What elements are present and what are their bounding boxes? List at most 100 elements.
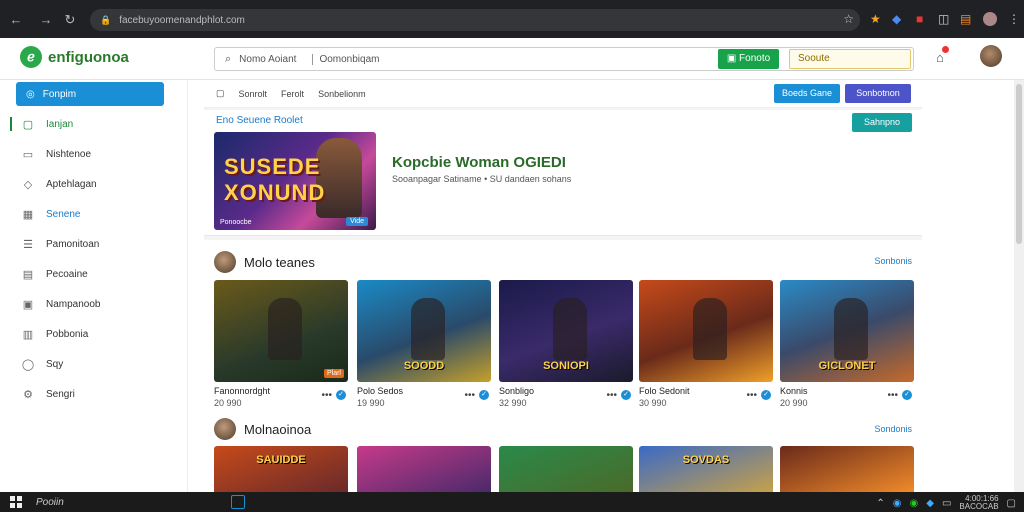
toolbar-button-primary[interactable]: Boeds Gane xyxy=(774,84,840,103)
search-hint: Oomonbiqam xyxy=(312,53,379,65)
home-icon: ◎ xyxy=(26,88,35,100)
sidebar-item[interactable]: ⚙ Sengri xyxy=(20,384,75,404)
more-icon[interactable]: ••• xyxy=(606,390,617,401)
toolbar-item[interactable]: Sonbelionm xyxy=(318,89,366,99)
search-input[interactable]: Nomo Aoiant xyxy=(239,54,296,65)
sidebar-item-active[interactable]: ◎ Fonpim xyxy=(16,82,164,106)
character-figure xyxy=(267,298,302,361)
sidebar-item[interactable]: ◯ Sqy xyxy=(20,354,63,374)
user-avatar[interactable] xyxy=(980,45,1002,67)
see-all-link[interactable]: Sondonis xyxy=(874,424,912,434)
sidebar-item[interactable]: ▥ Pobbonia xyxy=(20,324,88,344)
secondary-field[interactable]: Sooute xyxy=(789,49,911,69)
sidebar-item[interactable]: ▭ Nishtenoe xyxy=(20,144,91,164)
game-meta: 20 990 xyxy=(780,398,808,408)
search-bar[interactable]: ⌕ Nomo Aoiant Oomonbiqam ▣ Fonoto Sooute xyxy=(214,47,914,71)
game-card[interactable]: SAUIDDE xyxy=(214,446,348,492)
extension-icon[interactable]: ▤ xyxy=(960,12,971,26)
featured-image-title: SUSEDE XONUND xyxy=(224,154,326,205)
list-icon: ☰ xyxy=(23,238,33,251)
extension-icon[interactable]: ◆ xyxy=(892,12,901,26)
extension-icon[interactable]: ★ xyxy=(870,12,881,26)
toolbar-item[interactable]: Ferolt xyxy=(281,89,304,99)
more-icon[interactable]: ••• xyxy=(464,390,475,401)
game-thumbnail xyxy=(639,280,773,382)
sidebar-item[interactable]: ☰ Pamonitoan xyxy=(20,234,99,254)
verified-icon: ✓ xyxy=(902,390,912,400)
address-bar[interactable]: 🔒 facebuyoomenandphlot.com ☆ xyxy=(90,9,860,31)
game-card[interactable]: SOVDAS xyxy=(639,446,773,492)
sidebar-item[interactable]: ▤ Pecoaine xyxy=(20,264,88,284)
monitor-icon[interactable]: ▭ xyxy=(942,498,951,509)
arrow-left-icon[interactable]: ← xyxy=(4,12,28,27)
game-card[interactable]: GICLONET Konnis 20 990 ••• ✓ xyxy=(780,280,914,408)
more-icon[interactable]: ••• xyxy=(321,390,332,401)
taskbar-clock[interactable]: 4:00:1:66 BACOCAB xyxy=(959,495,998,511)
game-meta: 32 990 xyxy=(499,398,527,408)
sidebar-item[interactable]: ▢ Ianjan xyxy=(20,114,73,134)
search-button-label: Fonoto xyxy=(739,53,771,64)
reload-icon[interactable]: ↻ xyxy=(58,12,82,28)
featured-panel: Eno Seuene Roolet Sahnpno SUSEDE XONUND … xyxy=(204,110,922,236)
featured-image[interactable]: SUSEDE XONUND Ponoocbe Vide xyxy=(214,132,376,230)
profile-icon[interactable] xyxy=(983,12,997,26)
more-icon[interactable]: ••• xyxy=(746,390,757,401)
book-icon: ▭ xyxy=(22,148,34,161)
more-icon[interactable]: ••• xyxy=(887,390,898,401)
game-image-label: GICLONET xyxy=(818,360,876,372)
circle-icon: ◯ xyxy=(21,358,35,371)
search-icon: ⌕ xyxy=(225,52,232,65)
extension-icon[interactable]: ■ xyxy=(916,12,923,26)
game-image-label: SOVDAS xyxy=(682,454,730,466)
sidebar-item-label: Pecoaine xyxy=(46,268,88,280)
notification-bell-icon[interactable]: ⌂ xyxy=(936,46,949,65)
search-button[interactable]: ▣ Fonoto xyxy=(718,49,779,69)
menu-dots-icon[interactable]: ⋮ xyxy=(1008,12,1020,26)
featured-subtitle: Sooanpagar Satiname • SU dandaen sohans xyxy=(392,174,572,184)
taskbar-app-icon[interactable] xyxy=(231,495,245,509)
os-taskbar: Pooiin ⌃ ◉ ◉ ◆ ▭ 4:00:1:66 BACOCAB ▢ xyxy=(0,492,1024,512)
toolbar-item[interactable]: Sonrolt xyxy=(239,89,268,99)
character-figure xyxy=(833,298,868,361)
filter-icon[interactable]: ▢ xyxy=(216,88,225,99)
game-thumbnail: Plarl xyxy=(214,280,348,382)
see-all-link[interactable]: Sonbonis xyxy=(874,256,912,266)
game-image-label: SOODD xyxy=(403,360,445,372)
sidebar-item-label: Nishtenoe xyxy=(46,148,92,160)
sidebar-item[interactable]: ▦ Senene xyxy=(20,204,81,224)
network-icon[interactable]: ◉ xyxy=(893,498,902,509)
game-card[interactable] xyxy=(780,446,914,492)
bookmark-star-icon[interactable]: ☆ xyxy=(843,12,854,26)
notification-dot xyxy=(941,46,949,53)
game-card[interactable]: SOODD Polo Sedos 19 990 ••• ✓ xyxy=(357,280,491,408)
app-tray-icon[interactable]: ◉ xyxy=(910,498,919,509)
scrollbar[interactable] xyxy=(1014,80,1024,492)
game-card[interactable] xyxy=(357,446,491,492)
featured-title[interactable]: Kopcbie Woman OGIEDI xyxy=(392,154,566,171)
logo[interactable]: ℯ enfiguonoa xyxy=(20,46,129,68)
verified-icon: ✓ xyxy=(761,390,771,400)
scrollbar-thumb[interactable] xyxy=(1016,84,1022,244)
sidebar-item[interactable]: ▣ Nampanoob xyxy=(20,294,101,314)
game-card[interactable] xyxy=(499,446,633,492)
main-content: ▢ Sonrolt Ferolt Sonbelionm Boeds Gane S… xyxy=(204,80,922,492)
sidebar-item[interactable]: ◇ Aptehlagan xyxy=(20,174,97,194)
box-icon: ▣ xyxy=(22,298,34,311)
game-title: Fanonnordght xyxy=(214,386,271,396)
game-thumbnail xyxy=(780,446,914,492)
extension-icon[interactable]: ◫ xyxy=(938,12,949,26)
character-figure xyxy=(410,298,445,361)
notifications-icon[interactable]: ▢ xyxy=(1007,498,1016,509)
featured-button[interactable]: Sahnpno xyxy=(852,113,912,132)
windows-start-icon[interactable] xyxy=(10,496,22,508)
game-card[interactable]: Plarl Fanonnordght 20 990 ••• ✓ xyxy=(214,280,348,408)
character-figure xyxy=(692,298,727,361)
arrow-right-icon[interactable]: → xyxy=(34,12,58,27)
up-arrow-icon[interactable]: ⌃ xyxy=(876,498,884,509)
game-card[interactable]: Folo Sedonit 30 990 ••• ✓ xyxy=(639,280,773,408)
taskbar-search[interactable]: Pooiin xyxy=(36,497,64,508)
app-tray-icon[interactable]: ◆ xyxy=(926,498,934,509)
toolbar-button-secondary[interactable]: Sonbotnon xyxy=(845,84,911,103)
game-card[interactable]: SONIOPI Sonbligo 32 990 ••• ✓ xyxy=(499,280,633,408)
game-thumbnail: SOODD xyxy=(357,280,491,382)
